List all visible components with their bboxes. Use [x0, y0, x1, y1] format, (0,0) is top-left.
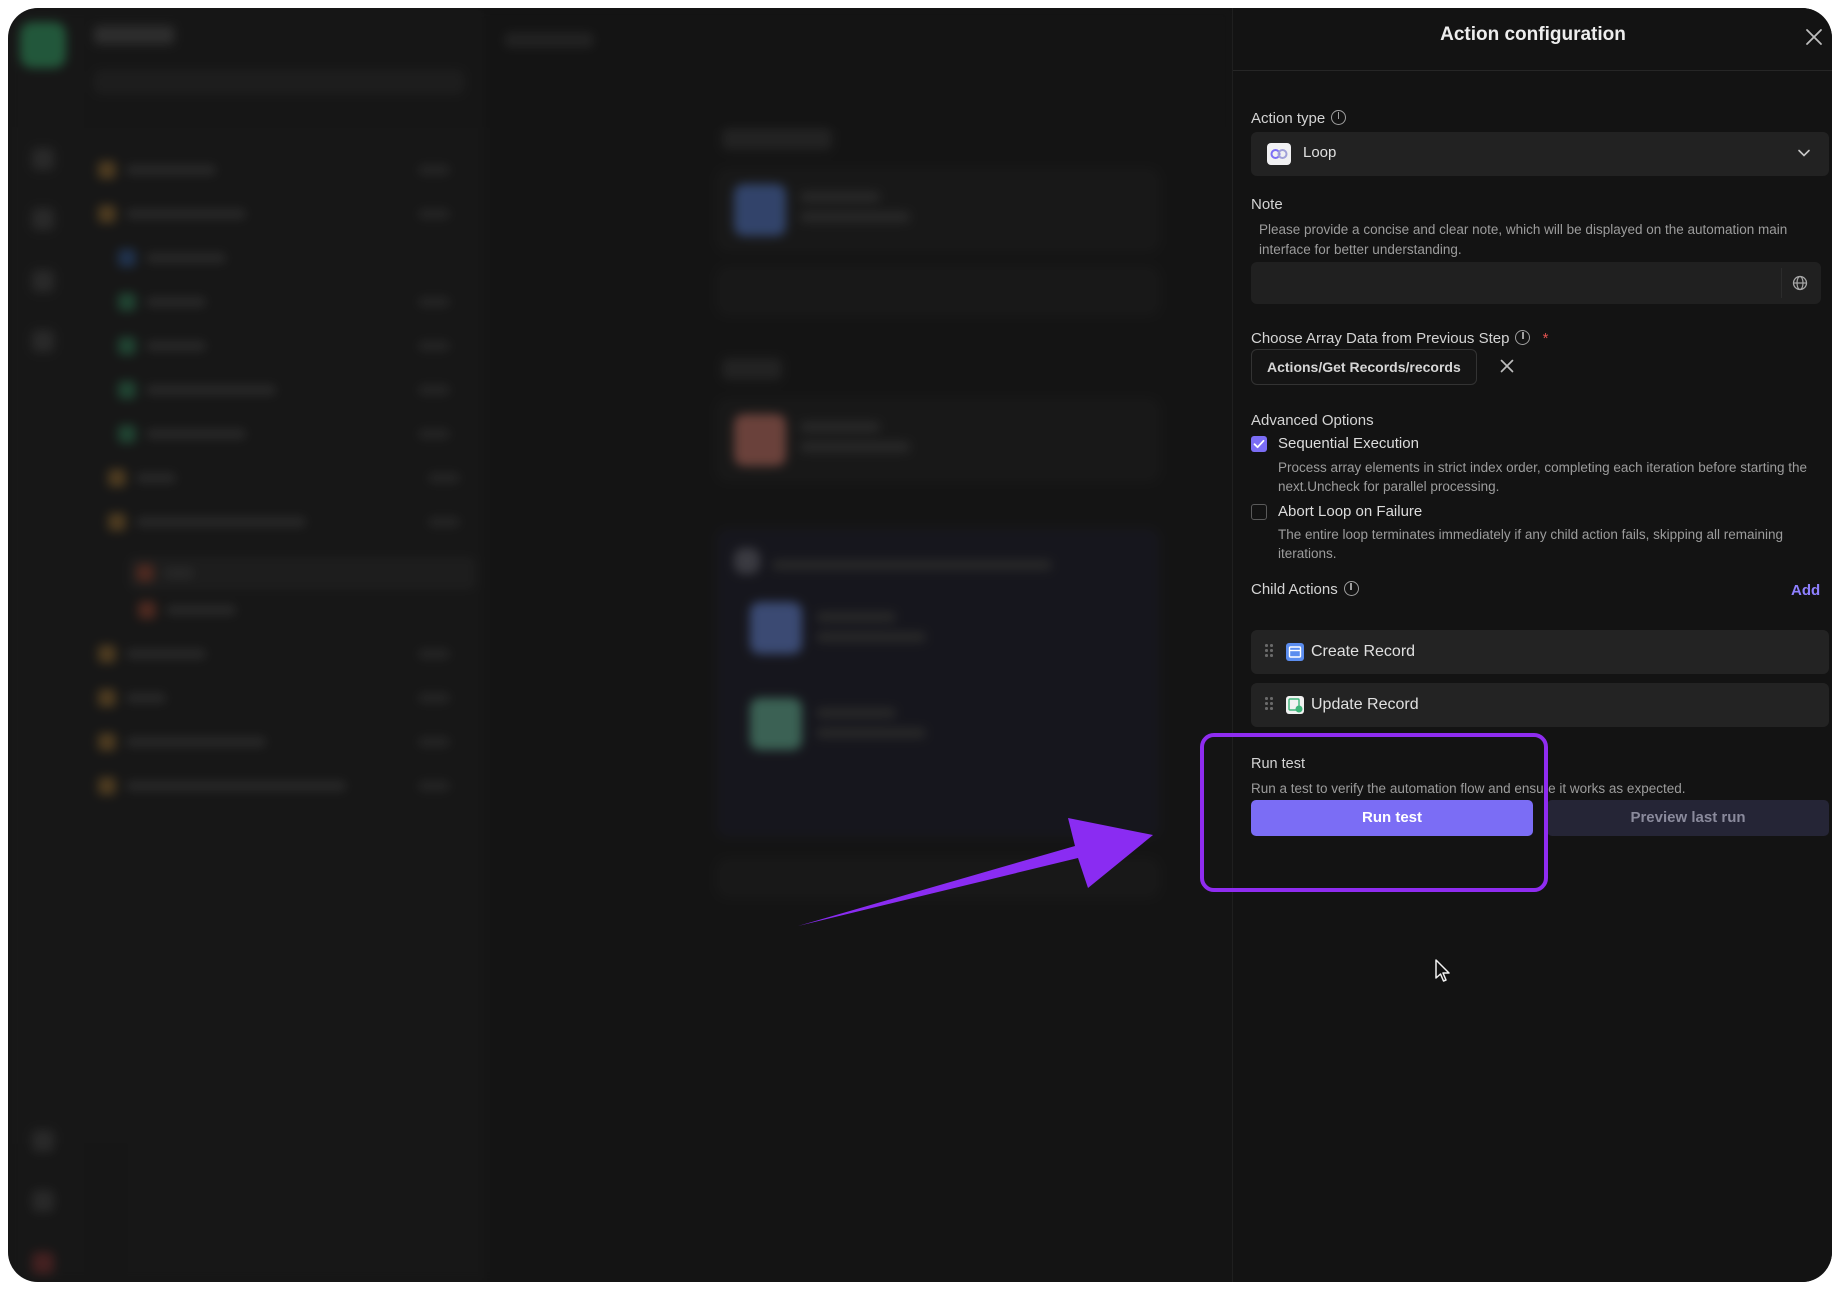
array-source-chip[interactable]: Actions/Get Records/records	[1251, 349, 1477, 385]
action-type-value: Loop	[1303, 144, 1337, 161]
tree-row	[108, 512, 460, 532]
rail-icon	[32, 1130, 54, 1152]
create-record-icon	[1286, 643, 1304, 661]
section-heading	[722, 358, 782, 380]
child-actions-label: Child Actions	[1251, 581, 1359, 598]
input-separator	[1781, 268, 1782, 298]
note-label: Note	[1251, 196, 1283, 213]
help-icon[interactable]	[1343, 581, 1359, 596]
child-action-item[interactable]: Create Record	[1251, 630, 1829, 674]
child-action-name: Create Record	[1311, 643, 1416, 660]
tree-row	[118, 248, 226, 268]
globe-icon[interactable]	[1792, 275, 1808, 291]
action-type-label: Action type	[1251, 110, 1347, 127]
section-heading	[722, 128, 832, 150]
check-icon	[1253, 439, 1265, 449]
sequential-execution-label: Sequential Execution	[1278, 435, 1419, 452]
remove-icon[interactable]	[1498, 357, 1516, 375]
loop-card	[716, 528, 1160, 838]
abort-loop-label: Abort Loop on Failure	[1278, 503, 1423, 520]
help-icon[interactable]	[1515, 330, 1531, 345]
tree-row	[118, 424, 450, 444]
action-type-label-text: Action type	[1251, 110, 1326, 127]
left-rail	[8, 8, 84, 1282]
tree-row	[108, 468, 460, 488]
tree-title	[94, 26, 174, 44]
sequential-execution-description: Process array elements in strict index o…	[1278, 460, 1808, 494]
array-source-label-text: Choose Array Data from Previous Step	[1251, 330, 1510, 347]
canvas-breadcrumb	[504, 32, 594, 48]
tree-tabs	[94, 70, 464, 94]
rail-icon	[32, 208, 54, 230]
rail-icon	[32, 1190, 54, 1212]
action-type-select[interactable]: Loop	[1251, 132, 1829, 176]
close-icon[interactable]	[1803, 26, 1825, 48]
drag-handle-icon[interactable]	[1265, 697, 1273, 713]
tree-row	[138, 600, 236, 620]
update-record-icon	[1286, 696, 1304, 714]
blurred-background	[8, 8, 1232, 1282]
tree-row	[98, 644, 450, 664]
app-logo	[20, 22, 66, 68]
tree-row-selected	[128, 556, 476, 590]
preview-last-run-button[interactable]: Preview last run	[1547, 800, 1829, 836]
loop-icon	[1267, 143, 1291, 165]
tree-row	[98, 776, 450, 796]
tree-row	[98, 688, 450, 708]
abort-loop-description: The entire loop terminates immediately i…	[1278, 527, 1783, 561]
rail-icon	[32, 1252, 54, 1274]
tree-row	[118, 292, 450, 312]
action-configuration-panel: Action configuration Action type Loop No…	[1232, 8, 1832, 1282]
required-mark: *	[1542, 330, 1549, 347]
rail-icon	[32, 270, 54, 292]
child-actions-label-text: Child Actions	[1251, 581, 1338, 598]
sequential-execution-checkbox[interactable]	[1251, 436, 1267, 452]
trigger-card	[716, 168, 1160, 252]
note-description: Please provide a concise and clear note,…	[1259, 222, 1788, 257]
help-icon[interactable]	[1331, 110, 1347, 125]
run-test-highlight-box	[1200, 733, 1548, 892]
action-card	[716, 398, 1160, 482]
add-child-action-link[interactable]: Add	[1791, 582, 1820, 599]
tree-row	[118, 380, 450, 400]
tree-row	[98, 204, 450, 224]
advanced-options-label: Advanced Options	[1251, 412, 1374, 429]
child-action-name: Update Record	[1311, 696, 1419, 713]
automation-canvas	[484, 8, 1232, 1282]
tree-row	[98, 160, 450, 180]
add-trigger-card	[716, 266, 1160, 316]
app-window: Action configuration Action type Loop No…	[8, 8, 1832, 1282]
tree-row	[118, 336, 450, 356]
panel-divider	[1233, 70, 1832, 71]
rail-icon	[32, 148, 54, 170]
tree-row	[98, 732, 450, 752]
rail-icon	[32, 330, 54, 352]
array-source-label: Choose Array Data from Previous Step *	[1251, 330, 1548, 347]
annotation-arrow-icon	[798, 818, 1153, 926]
note-input[interactable]	[1251, 262, 1821, 304]
child-action-item[interactable]: Update Record	[1251, 683, 1829, 727]
mouse-cursor-icon	[1435, 959, 1450, 982]
workspace-tree	[84, 8, 484, 1282]
drag-handle-icon[interactable]	[1265, 644, 1273, 660]
panel-title: Action configuration	[1440, 24, 1626, 45]
chevron-down-icon	[1798, 149, 1810, 157]
abort-loop-checkbox[interactable]	[1251, 504, 1267, 520]
